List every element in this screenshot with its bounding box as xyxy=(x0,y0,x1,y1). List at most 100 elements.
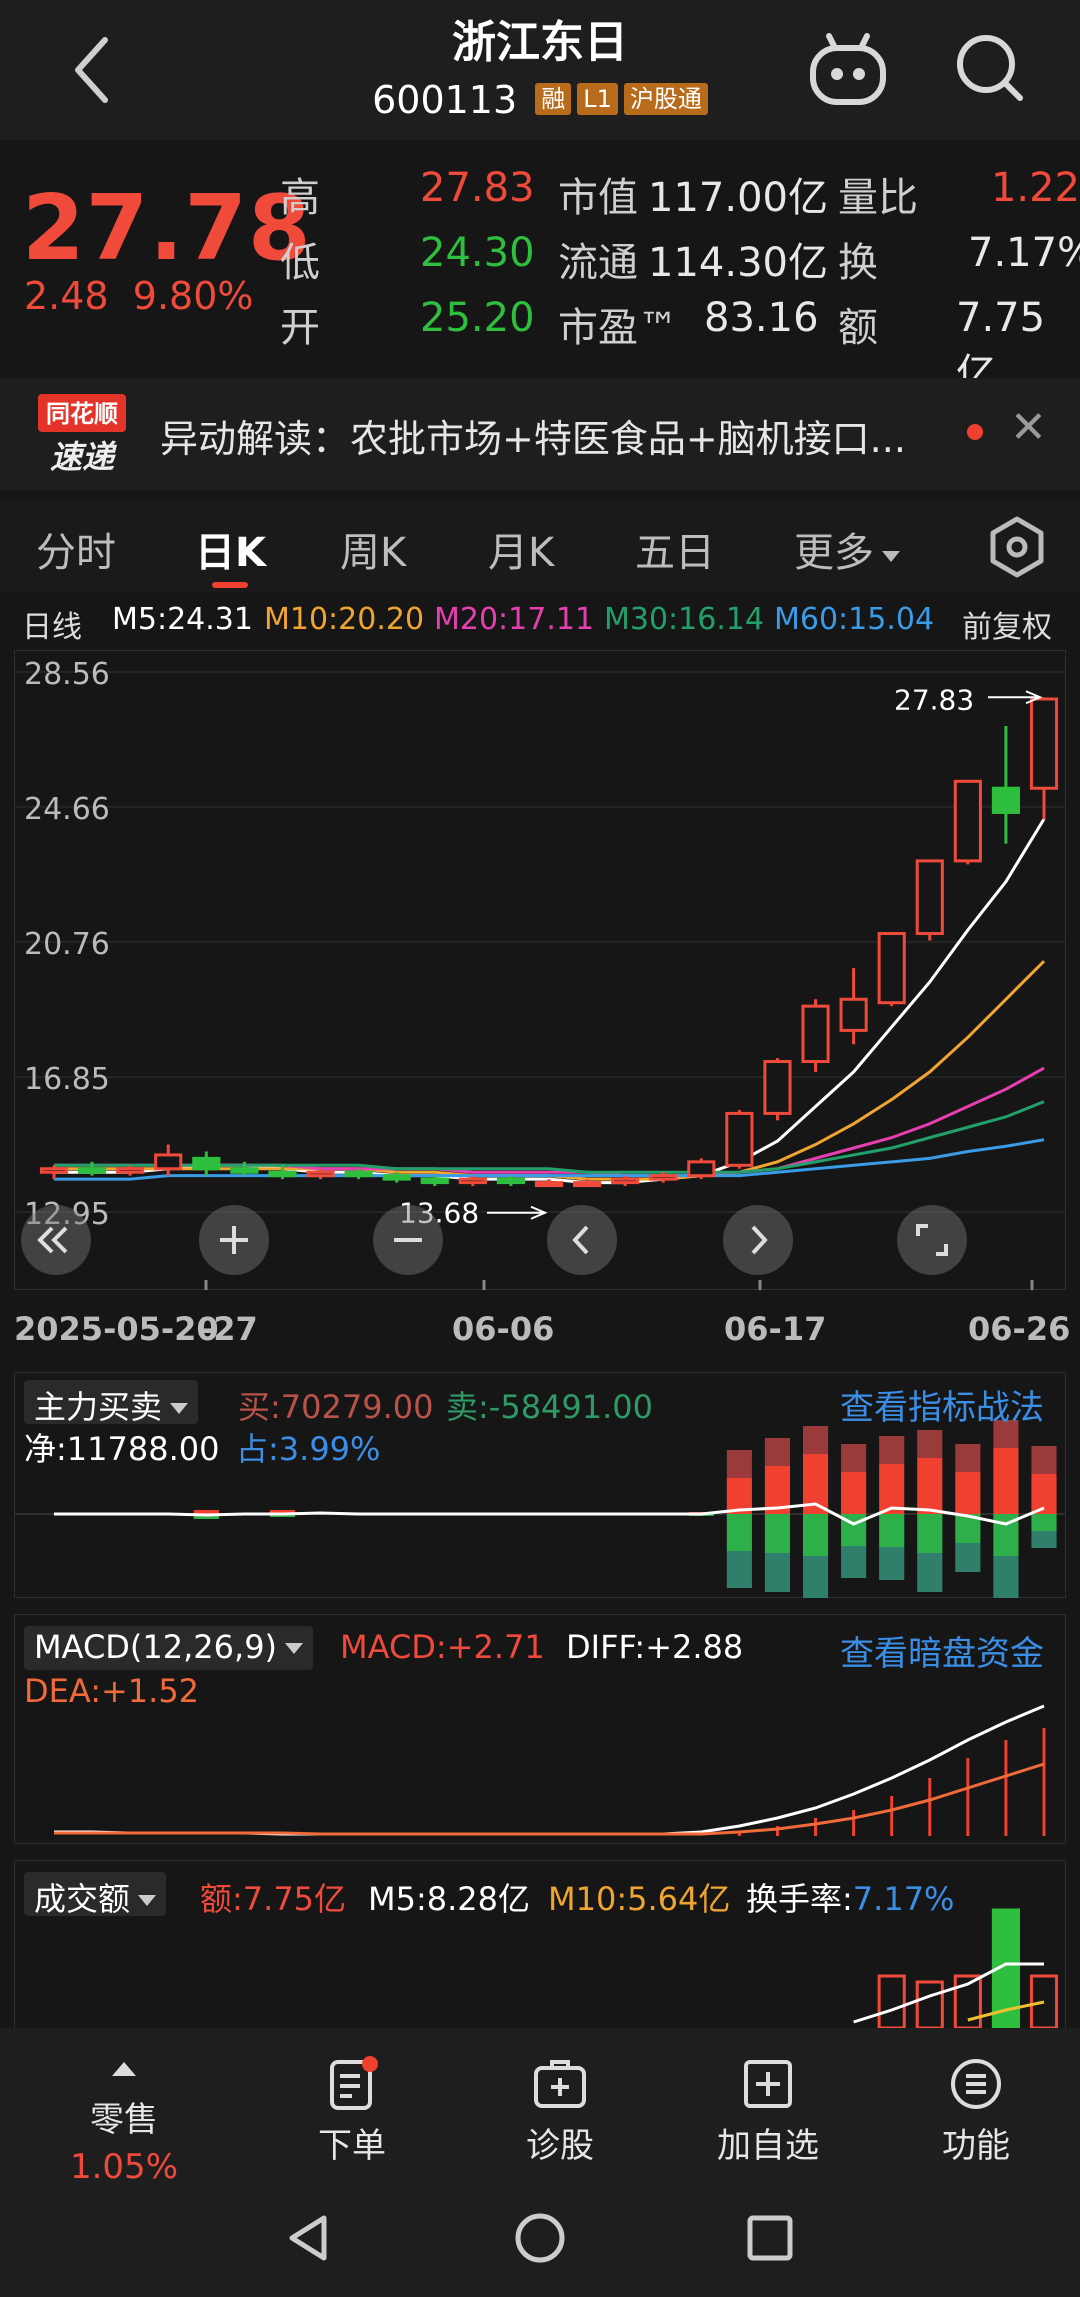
pe-value: 83.16 xyxy=(704,295,819,341)
search-icon[interactable] xyxy=(950,28,1030,108)
badge-margin: 融 xyxy=(535,83,572,115)
fund-outflow-bar xyxy=(879,1514,905,1547)
add-watchlist-label: 加自选 xyxy=(717,2126,819,2166)
fund-flow-ratio: 占:3.99% xyxy=(236,1430,381,1468)
unread-dot xyxy=(967,424,983,440)
candle-body xyxy=(458,1177,487,1185)
turnover-label: 换 xyxy=(838,240,878,286)
diff-value: DIFF:+2.88 xyxy=(566,1628,744,1666)
functions-label: 功能 xyxy=(942,2126,1010,2166)
volume-bar xyxy=(915,1980,944,2028)
fund-outflow-bar xyxy=(726,1514,752,1551)
news-text[interactable]: 异动解读：农批市场+特医食品+脑机接口... xyxy=(160,408,906,463)
date-label-4: 06-17 xyxy=(724,1310,827,1348)
tab-daily-k[interactable]: 日K xyxy=(195,520,266,578)
candle-body xyxy=(649,1174,678,1181)
candle-body xyxy=(1029,697,1059,790)
price-change: 2.48 9.80% xyxy=(24,274,254,318)
fund-inflow-bar xyxy=(993,1448,1019,1514)
fund-outflow-bar-large xyxy=(917,1553,943,1592)
volume-m10: M10:5.64亿 xyxy=(548,1880,731,1918)
tab-five-day[interactable]: 五日 xyxy=(635,520,715,578)
volume-m5: M5:8.28亿 xyxy=(368,1880,531,1918)
candle-body xyxy=(953,779,982,863)
order-label: 下单 xyxy=(318,2126,386,2166)
candlestick-chart[interactable]: 28.5624.6620.7616.8512.95 27.8313.68 xyxy=(14,650,1066,1290)
fund-outflow-bar-large xyxy=(726,1551,752,1588)
ma5-value: M5:24.31 xyxy=(112,602,253,637)
candle-body xyxy=(78,1167,107,1174)
zoom-out-button-icon[interactable] xyxy=(373,1205,443,1275)
fund-flow-dropdown[interactable]: 主力买卖 xyxy=(24,1380,199,1426)
scroll-left-button-icon[interactable] xyxy=(547,1205,617,1275)
adjust-mode[interactable]: 前复权 xyxy=(962,602,1052,646)
functions-nav[interactable]: 功能 xyxy=(876,2056,1076,2167)
y-tick-label: 28.56 xyxy=(24,657,110,692)
candle-body xyxy=(991,786,1020,814)
top-bar: 浙江东日 600113 融 L1 沪股通 xyxy=(0,0,1080,140)
fund-flow-sell: 卖:-58491.00 xyxy=(446,1388,654,1426)
y-tick-label: 24.66 xyxy=(24,792,110,827)
dark-pool-link[interactable]: 查看暗盘资金 xyxy=(840,1626,1044,1675)
badge-l1: L1 xyxy=(577,83,618,115)
medical-kit-icon xyxy=(534,2060,586,2108)
candle-body xyxy=(877,932,906,1005)
ma30-value: M30:16.14 xyxy=(604,602,765,637)
plus-square-icon xyxy=(744,2060,792,2108)
svg-text:同花顺: 同花顺 xyxy=(46,400,118,428)
fullscreen-button-icon[interactable] xyxy=(897,1205,967,1275)
candle-body xyxy=(382,1174,411,1181)
active-tab-indicator xyxy=(212,582,248,588)
macd-value: MACD:+2.71 xyxy=(340,1628,545,1666)
candle-body xyxy=(534,1181,564,1188)
volume-dropdown[interactable]: 成交额 xyxy=(24,1872,167,1918)
candle-body xyxy=(154,1153,183,1171)
candle-body xyxy=(573,1181,602,1188)
ma-label: 日线 xyxy=(22,610,82,645)
scroll-right-button-icon[interactable] xyxy=(723,1205,793,1275)
ma60-value: M60:15.04 xyxy=(774,602,935,637)
fund-inflow-bar-large xyxy=(917,1430,943,1458)
fund-outflow-bar-large xyxy=(841,1546,867,1578)
y-tick-label: 20.76 xyxy=(24,927,110,962)
news-banner[interactable]: 同花顺 速递 异动解读：农批市场+特医食品+脑机接口... xyxy=(0,378,1080,490)
amount-label: 额 xyxy=(838,305,878,351)
tab-weekly-k[interactable]: 周K xyxy=(340,520,406,578)
tab-more[interactable]: 更多 xyxy=(794,520,900,578)
fund-inflow-bar-large xyxy=(841,1444,867,1472)
settings-hexagon-icon[interactable] xyxy=(985,515,1049,579)
y-tick-label: 16.85 xyxy=(24,1062,110,1097)
high-label: 高 xyxy=(280,175,320,221)
retail-nav[interactable]: 零售 1.05% xyxy=(24,2056,224,2187)
fund-inflow-bar-large xyxy=(955,1444,981,1472)
system-recents-icon[interactable] xyxy=(740,2208,800,2268)
indicator-strategy-link[interactable]: 查看指标战法 xyxy=(840,1380,1044,1429)
fund-outflow-bar-large xyxy=(764,1553,791,1592)
high-value: 27.83 xyxy=(420,165,535,211)
retail-value: 1.05% xyxy=(69,2147,178,2187)
moving-average-legend: 日线 M5:24.31 M10:20.20 M20:17.11 M30:16.1… xyxy=(0,602,1080,645)
zoom-in-button-icon[interactable] xyxy=(199,1205,269,1275)
turnover-value: 7.17% xyxy=(968,230,1080,276)
triangle-up-icon xyxy=(112,2062,136,2076)
fund-outflow-bar xyxy=(764,1514,791,1553)
tab-intraday[interactable]: 分时 xyxy=(36,520,116,578)
diagnose-nav[interactable]: 诊股 xyxy=(460,2056,660,2167)
order-nav[interactable]: 下单 xyxy=(252,2056,452,2167)
change-amount: 2.48 xyxy=(24,274,109,318)
close-icon[interactable]: ✕ xyxy=(1010,402,1047,453)
date-label-3: 06-06 xyxy=(452,1310,555,1348)
fund-inflow-bar-large xyxy=(802,1426,829,1454)
candle-body xyxy=(687,1160,716,1178)
macd-dropdown[interactable]: MACD(12,26,9) xyxy=(24,1626,314,1670)
diagnose-label: 诊股 xyxy=(526,2126,594,2166)
turnover-rate: 换手率:7.17% xyxy=(746,1880,955,1918)
robot-assistant-icon[interactable] xyxy=(805,30,891,110)
tab-monthly-k[interactable]: 月K xyxy=(488,520,554,578)
svg-text:速递: 速递 xyxy=(50,438,117,476)
scroll-start-button-icon[interactable] xyxy=(21,1205,91,1275)
candle-body xyxy=(839,997,868,1032)
system-back-icon[interactable] xyxy=(280,2208,340,2268)
add-watchlist-nav[interactable]: 加自选 xyxy=(668,2056,868,2167)
system-home-icon[interactable] xyxy=(510,2208,570,2268)
